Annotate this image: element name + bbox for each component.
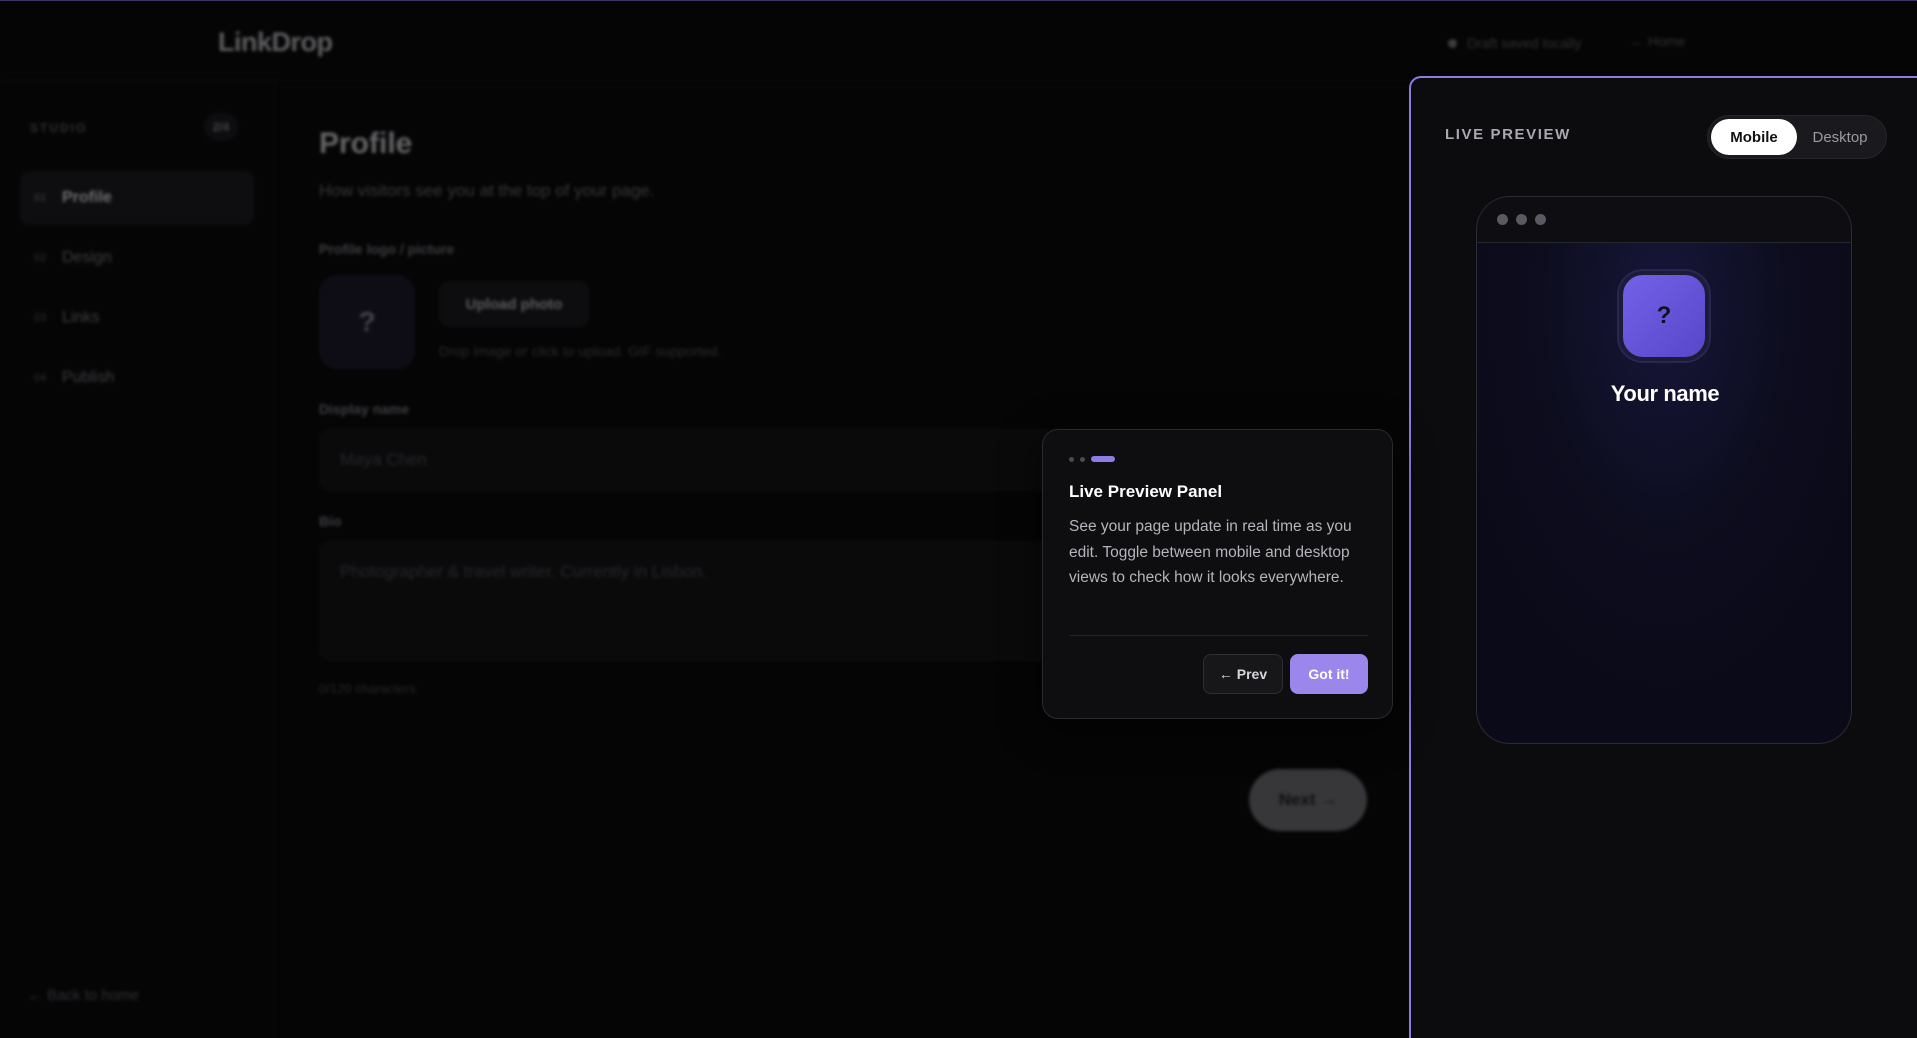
- sidebar-item-label: Design: [62, 249, 112, 266]
- page-subtitle: How visitors see you at the top of your …: [319, 181, 655, 200]
- sidebar-item-label: Profile: [62, 189, 112, 206]
- upload-photo-button[interactable]: Upload photo: [439, 281, 589, 327]
- step-number: 04: [34, 372, 47, 384]
- sidebar-item-publish[interactable]: 04 Publish: [20, 351, 254, 405]
- toggle-mobile[interactable]: Mobile: [1711, 119, 1797, 155]
- tour-tooltip: Live Preview Panel See your page update …: [1042, 429, 1393, 719]
- preview-name: Your name: [1610, 381, 1720, 406]
- tour-title: Live Preview Panel: [1069, 482, 1223, 501]
- sidebar: STUDIO 2/4 01 Profile 02 Design 03 Links…: [0, 81, 276, 1038]
- bio-label: Bio: [319, 513, 342, 529]
- tour-progress: [1069, 456, 1115, 462]
- draft-status-text: Draft saved locally: [1467, 35, 1582, 51]
- device-toggle: Mobile Desktop: [1707, 115, 1887, 159]
- toggle-desktop[interactable]: Desktop: [1797, 119, 1883, 155]
- next-button[interactable]: Next →: [1249, 769, 1367, 831]
- preview-avatar: ?: [1619, 271, 1709, 361]
- live-preview-panel: LIVE PREVIEW Mobile Desktop ? Your name: [1409, 76, 1917, 1038]
- phone-mockup: ? Your name: [1476, 196, 1852, 744]
- display-name-label: Display name: [319, 401, 410, 417]
- display-name-placeholder: Maya Chen: [340, 450, 427, 469]
- app-logo[interactable]: LinkDrop: [218, 27, 333, 58]
- sidebar-item-links[interactable]: 03 Links: [20, 291, 254, 345]
- step-number: 01: [34, 192, 47, 204]
- page-title: Profile: [319, 127, 413, 160]
- back-to-home-link[interactable]: ← Back to home: [28, 987, 139, 1004]
- tour-body: See your page update in real time as you…: [1069, 518, 1352, 586]
- avatar-placeholder: ?: [358, 306, 376, 337]
- tour-step-dot: [1080, 456, 1085, 462]
- sidebar-item-label: Publish: [62, 369, 115, 386]
- status-dot-icon: [1448, 38, 1457, 48]
- tour-prev-button[interactable]: ← Prev: [1203, 654, 1283, 694]
- bio-placeholder: Photographer & travel writer. Currently …: [340, 562, 707, 581]
- sidebar-item-design[interactable]: 02 Design: [20, 231, 254, 285]
- divider: [1069, 635, 1368, 636]
- preview-label: LIVE PREVIEW: [1445, 126, 1571, 143]
- window-dot-icon: [1535, 214, 1546, 225]
- window-dot-icon: [1497, 214, 1508, 225]
- photo-label: Profile logo / picture: [319, 241, 455, 257]
- home-link[interactable]: ← Home: [1630, 33, 1685, 49]
- step-count-badge: 2/4: [204, 113, 238, 141]
- tour-got-it-button[interactable]: Got it!: [1290, 654, 1368, 694]
- avatar-upload-zone[interactable]: ?: [319, 275, 415, 369]
- top-bar: LinkDrop Draft saved locally ← Home: [0, 1, 1917, 81]
- step-number: 03: [34, 312, 47, 324]
- window-dot-icon: [1516, 214, 1527, 225]
- sidebar-item-profile[interactable]: 01 Profile: [20, 171, 254, 225]
- sidebar-item-label: Links: [62, 309, 100, 326]
- draft-status: Draft saved locally: [1448, 35, 1581, 51]
- phone-status-bar: [1477, 197, 1851, 243]
- preview-avatar-placeholder: ?: [1656, 302, 1672, 329]
- upload-hint: Drop image or click to upload. GIF suppo…: [439, 343, 722, 359]
- step-number: 02: [34, 252, 47, 264]
- tour-step-dot-current: [1091, 456, 1115, 462]
- char-count: 0/120 characters: [319, 681, 416, 696]
- tour-step-dot: [1069, 456, 1074, 462]
- sidebar-section-label: STUDIO: [30, 121, 88, 135]
